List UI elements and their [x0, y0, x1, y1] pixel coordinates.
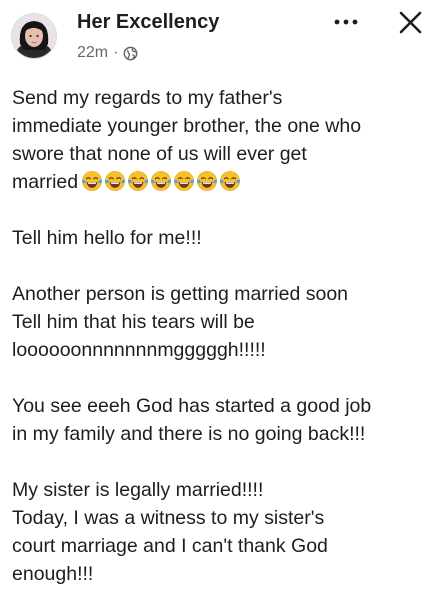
post-text: Send my regards to my father's immediate… [12, 84, 422, 588]
post-text-line: in my family and there is no going back!… [12, 423, 366, 445]
tears-of-joy-emoji-icon [128, 171, 149, 191]
post-meta: 22m · [77, 44, 138, 62]
post-text-line: My sister is legally married!!!! [12, 479, 264, 501]
post-header: Her Excellency 22m · [0, 0, 431, 78]
post-text-line: swore that none of us will ever get [12, 143, 307, 165]
post-text-line: loooooonnnnnnnmgggggh!!!!! [12, 339, 266, 361]
tears-of-joy-emoji-icon [174, 171, 195, 191]
post-text-word: married [12, 171, 79, 193]
post-text-line: immediate younger brother, the one who [12, 115, 362, 137]
post-text-line: You see eeeh God has started a good job [12, 395, 372, 417]
tears-of-joy-emoji-icon [151, 171, 172, 191]
close-icon[interactable] [395, 8, 425, 38]
emoji-row [81, 170, 241, 192]
post-text-line: married [12, 168, 422, 196]
tears-of-joy-emoji-icon [105, 171, 126, 191]
meta-separator: · [113, 44, 119, 61]
post-text-line: Tell him that his tears will be [12, 311, 255, 333]
timestamp[interactable]: 22m [77, 44, 108, 62]
more-options-icon[interactable] [331, 10, 361, 34]
tears-of-joy-emoji-icon [220, 171, 241, 191]
post-text-line: Today, I was a witness to my sister's [12, 507, 325, 529]
post-text-line: Send my regards to my father's [12, 87, 283, 109]
post-text-line: enough!!! [12, 563, 94, 585]
tears-of-joy-emoji-icon [197, 171, 218, 191]
post-text-line: Tell him hello for me!!! [12, 227, 202, 249]
author-name[interactable]: Her Excellency [77, 11, 219, 34]
avatar[interactable] [12, 14, 56, 58]
tears-of-joy-emoji-icon [82, 171, 103, 191]
globe-icon [124, 46, 138, 60]
profile-photo [12, 14, 56, 58]
post-text-line: Another person is getting married soon [12, 283, 349, 305]
post-text-line: court marriage and I can't thank God [12, 535, 328, 557]
